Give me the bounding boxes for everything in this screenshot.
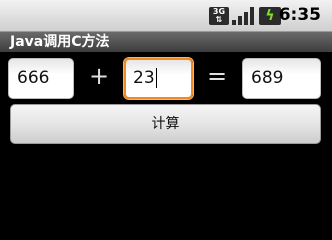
battery-charging-icon: ϟ xyxy=(259,7,281,25)
plus-operator: + xyxy=(88,62,110,90)
calculate-button-label: 计算 xyxy=(151,116,180,132)
text-cursor xyxy=(155,68,157,88)
app-title: Java调用C方法 xyxy=(10,34,110,50)
status-clock: 6:35 xyxy=(278,5,321,25)
app-title-bar: Java调用C方法 xyxy=(0,32,332,52)
operand1-field[interactable]: 666 xyxy=(8,58,74,99)
signal-icon xyxy=(232,7,254,25)
network-3g-icon: 3G ⇅ xyxy=(209,7,229,25)
calculate-button[interactable]: 计算 xyxy=(10,104,321,144)
result-value: 689 xyxy=(251,68,284,88)
phone-screen: 3G ⇅ ϟ 6:35 Java调用C方法 666 + 23 = 689 计算 xyxy=(0,0,332,218)
equals-sign: = xyxy=(206,62,228,90)
result-field[interactable]: 689 xyxy=(242,58,321,99)
operand1-value: 666 xyxy=(17,68,50,88)
status-bar: 3G ⇅ ϟ 6:35 xyxy=(0,0,332,32)
operand2-field[interactable]: 23 xyxy=(124,58,193,99)
operand2-value: 23 xyxy=(133,68,155,88)
